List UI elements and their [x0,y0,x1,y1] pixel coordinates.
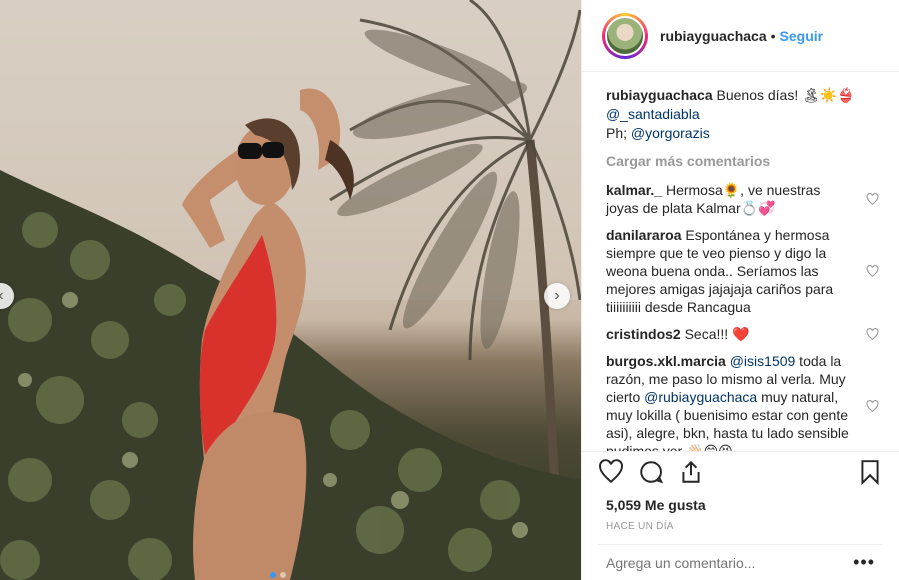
avatar[interactable] [605,15,645,56]
list-item: danilararoa Espontánea y hermosa siempre… [606,226,879,316]
post-header: rubiayguachaca • Seguir [582,0,899,72]
like-comment-heart-icon[interactable] [853,399,879,413]
like-comment-heart-icon[interactable] [853,327,879,341]
comment-icon[interactable] [638,459,664,485]
load-more-comments-button[interactable]: Cargar más comentarios [606,153,879,169]
list-item: kalmar._ Hermosa🌻, ve nuestras joyas de … [606,181,879,217]
carousel-dots [270,572,286,578]
list-item: cristindos2 Seca!!! ❤️ [606,325,879,343]
comment-mention-link[interactable]: @rubiayguachaca [644,389,757,405]
comment-username[interactable]: danilararoa [606,227,681,243]
add-comment-bar: ••• [598,544,883,580]
caption-credit-prefix: Ph; [606,125,631,141]
caption-username[interactable]: rubiayguachaca [606,87,713,103]
post-timestamp[interactable]: HACE UN DÍA [582,513,899,544]
caption-credit-mention-link[interactable]: @yorgorazis [631,125,710,141]
like-comment-heart-icon[interactable] [853,264,879,278]
carousel-dot[interactable] [270,572,276,578]
header-separator: • [770,27,776,44]
comments-list: rubiayguachaca Buenos días! 🏝☀️👙 @_santa… [582,72,899,451]
post-actions-bar [582,451,899,491]
carousel-dot[interactable] [280,572,286,578]
chevron-right-icon[interactable]: › [544,283,570,309]
list-item: burgos.xkl.marcia @isis1509 toda la razó… [606,352,879,451]
post-photo[interactable]: ‹ › [0,0,581,580]
comment-username[interactable]: burgos.xkl.marcia [606,353,726,369]
comment-username[interactable]: cristindos2 [606,326,681,342]
caption-text: Buenos días! 🏝☀️👙 [716,87,855,103]
like-comment-heart-icon[interactable] [853,192,879,206]
post-side-panel: rubiayguachaca • Seguir rubiayguachaca B… [581,0,899,580]
bookmark-icon[interactable] [857,459,883,485]
likes-count[interactable]: 5,059 Me gusta [582,491,899,513]
instagram-post-view: ‹ › rubiayguachaca • Seguir rubiayguacha… [0,0,899,580]
heart-icon[interactable] [598,458,624,485]
more-options-icon[interactable]: ••• [853,552,875,573]
comment-text: Seca!!! ❤️ [684,326,750,342]
comment-mention-link[interactable]: @isis1509 [730,353,796,369]
avatar-story-ring[interactable] [602,12,648,59]
comment-username[interactable]: kalmar._ [606,182,662,198]
share-icon[interactable] [678,459,704,485]
post-author-username[interactable]: rubiayguachaca [660,28,767,44]
comment-input[interactable] [606,554,854,571]
follow-button[interactable]: Seguir [780,28,824,44]
caption-mention-link[interactable]: @_santadiabla [606,106,700,122]
photo-illustration [0,0,581,580]
post-caption: rubiayguachaca Buenos días! 🏝☀️👙 @_santa… [606,86,879,143]
